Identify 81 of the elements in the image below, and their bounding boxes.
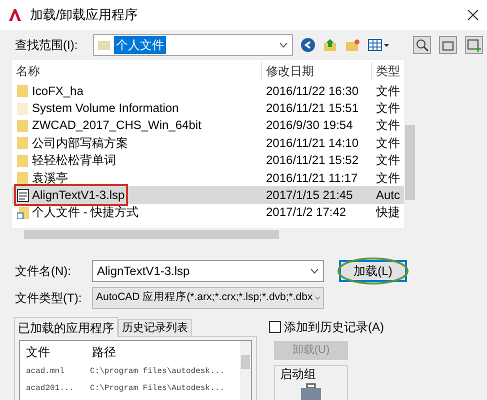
add-to-history-label: 添加到历史记录(A) (284, 319, 384, 336)
column-header[interactable]: 路径 (88, 343, 240, 361)
path-cell-text: C:\Program Files\Autodesk... (89, 382, 226, 394)
file-name: IcoFX_ha (32, 82, 84, 100)
add-folder-icon[interactable] (465, 36, 483, 54)
file-name-label: 文件名(N): (15, 263, 72, 280)
folder-icon (17, 84, 29, 98)
file-row[interactable]: AlignTextV1-3.lsp 2017/1/15 21:45 Autc (12, 186, 404, 204)
search-icon[interactable] (413, 36, 431, 54)
chevron-down-icon (310, 268, 319, 274)
up-folder-icon[interactable] (323, 38, 337, 52)
scrollbar-thumb[interactable] (241, 355, 250, 369)
file-type: 文件 (375, 82, 401, 100)
folder-button-icon[interactable] (439, 36, 457, 54)
file-name: ZWCAD_2017_CHS_Win_64bit (32, 117, 202, 134)
file-name: 个人文件 - 快捷方式 (32, 204, 139, 222)
startup-group-title: 启动组 (280, 366, 316, 383)
modified-date: 2016/11/21 11:17 (265, 170, 359, 187)
file-type: 文件 (375, 152, 401, 170)
file-name: 袁溪亭 (32, 170, 68, 187)
column-header[interactable]: 文件 (20, 343, 88, 361)
view-menu-icon[interactable] (368, 39, 390, 51)
folder-icon (17, 171, 29, 184)
file-name-field[interactable]: AlignTextV1-3.lsp (92, 260, 324, 282)
window-title: 加载/卸载应用程序 (30, 6, 138, 24)
file-row[interactable]: System Volume Information 2016/11/21 15:51 文件 (12, 99, 404, 117)
tab[interactable]: 历史记录列表 (118, 319, 192, 336)
look-in-value: 个人文件 (114, 36, 166, 54)
file-row[interactable]: 袁溪亭 2016/11/21 11:17 文件 (12, 168, 404, 186)
scrollbar-thumb[interactable] (24, 230, 279, 238)
file-type: 文件 (375, 134, 401, 152)
close-icon[interactable] (467, 9, 479, 21)
file-type: Autc (375, 187, 402, 204)
file-row[interactable]: 公司内部写稿方案 2016/11/21 14:10 文件 (12, 134, 404, 152)
file-type-dropdown[interactable]: AutoCAD 应用程序(*.arx;*.crx;*.lsp;*.dvb;*.dbx (92, 287, 324, 309)
file-type-label: 文件类型(T): (15, 290, 83, 307)
column-header[interactable]: 类型 (372, 62, 404, 80)
file-row[interactable]: IcoFX_ha 2016/11/22 16:30 文件 (12, 82, 404, 100)
folder-icon (17, 154, 29, 167)
column-header[interactable]: 名称 (12, 62, 262, 80)
file-type: 文件 (375, 170, 401, 187)
file-row[interactable]: ZWCAD_2017_CHS_Win_64bit 2016/9/30 19:54 文件 (12, 116, 404, 134)
column-header[interactable]: 修改日期 (262, 62, 372, 80)
modified-date: 2016/11/22 16:30 (265, 82, 360, 100)
file-cell-text: acad201... (25, 382, 76, 394)
look-in-label: 查找范围(I): (15, 37, 79, 54)
back-icon[interactable] (301, 38, 315, 52)
chevron-down-icon (279, 42, 288, 48)
document-icon (17, 188, 29, 202)
folder-icon (17, 118, 29, 132)
highlight-ellipse (337, 257, 409, 285)
modified-date: 2016/9/30 19:54 (265, 117, 354, 134)
folder-icon (17, 102, 29, 115)
file-name: System Volume Information (32, 100, 179, 118)
modified-date: 2016/11/21 14:10 (265, 134, 360, 152)
modified-date: 2016/11/21 15:51 (265, 100, 360, 118)
modified-date: 2016/11/21 15:52 (265, 152, 360, 170)
checkbox[interactable] (269, 321, 281, 333)
file-name: AlignTextV1-3.lsp (32, 187, 125, 204)
file-name: 公司内部写稿方案 (32, 134, 128, 152)
file-row[interactable]: 轻轻松松背单词 2016/11/21 15:52 文件 (12, 152, 404, 169)
tab[interactable]: 已加载的应用程序 (14, 317, 118, 337)
briefcase-icon[interactable] (300, 383, 322, 400)
scrollbar-thumb[interactable] (405, 125, 415, 200)
shortcut-icon (17, 206, 29, 219)
vertical-scrollbar[interactable] (240, 341, 251, 400)
file-type: 文件 (375, 100, 401, 118)
folder-icon (17, 136, 29, 150)
look-in-dropdown[interactable]: 个人文件 (93, 34, 293, 56)
file-type: 文件 (375, 117, 401, 134)
modified-date: 2017/1/15 21:45 (265, 187, 354, 204)
file-type: 快捷 (374, 204, 401, 222)
path-cell-text: C:\program files\autodesk... (89, 366, 226, 378)
folder-icon (98, 39, 110, 51)
modified-date: 2017/1/2 17:42 (265, 204, 348, 222)
app-logo-icon (8, 8, 22, 22)
file-name: 轻轻松松背单词 (32, 152, 116, 170)
new-folder-icon[interactable] (345, 38, 360, 52)
file-row[interactable]: 个人文件 - 快捷方式 2017/1/2 17:42 快捷 (12, 204, 404, 222)
file-cell-text: acad.mnl (25, 366, 66, 378)
chevron-down-icon (314, 295, 320, 301)
